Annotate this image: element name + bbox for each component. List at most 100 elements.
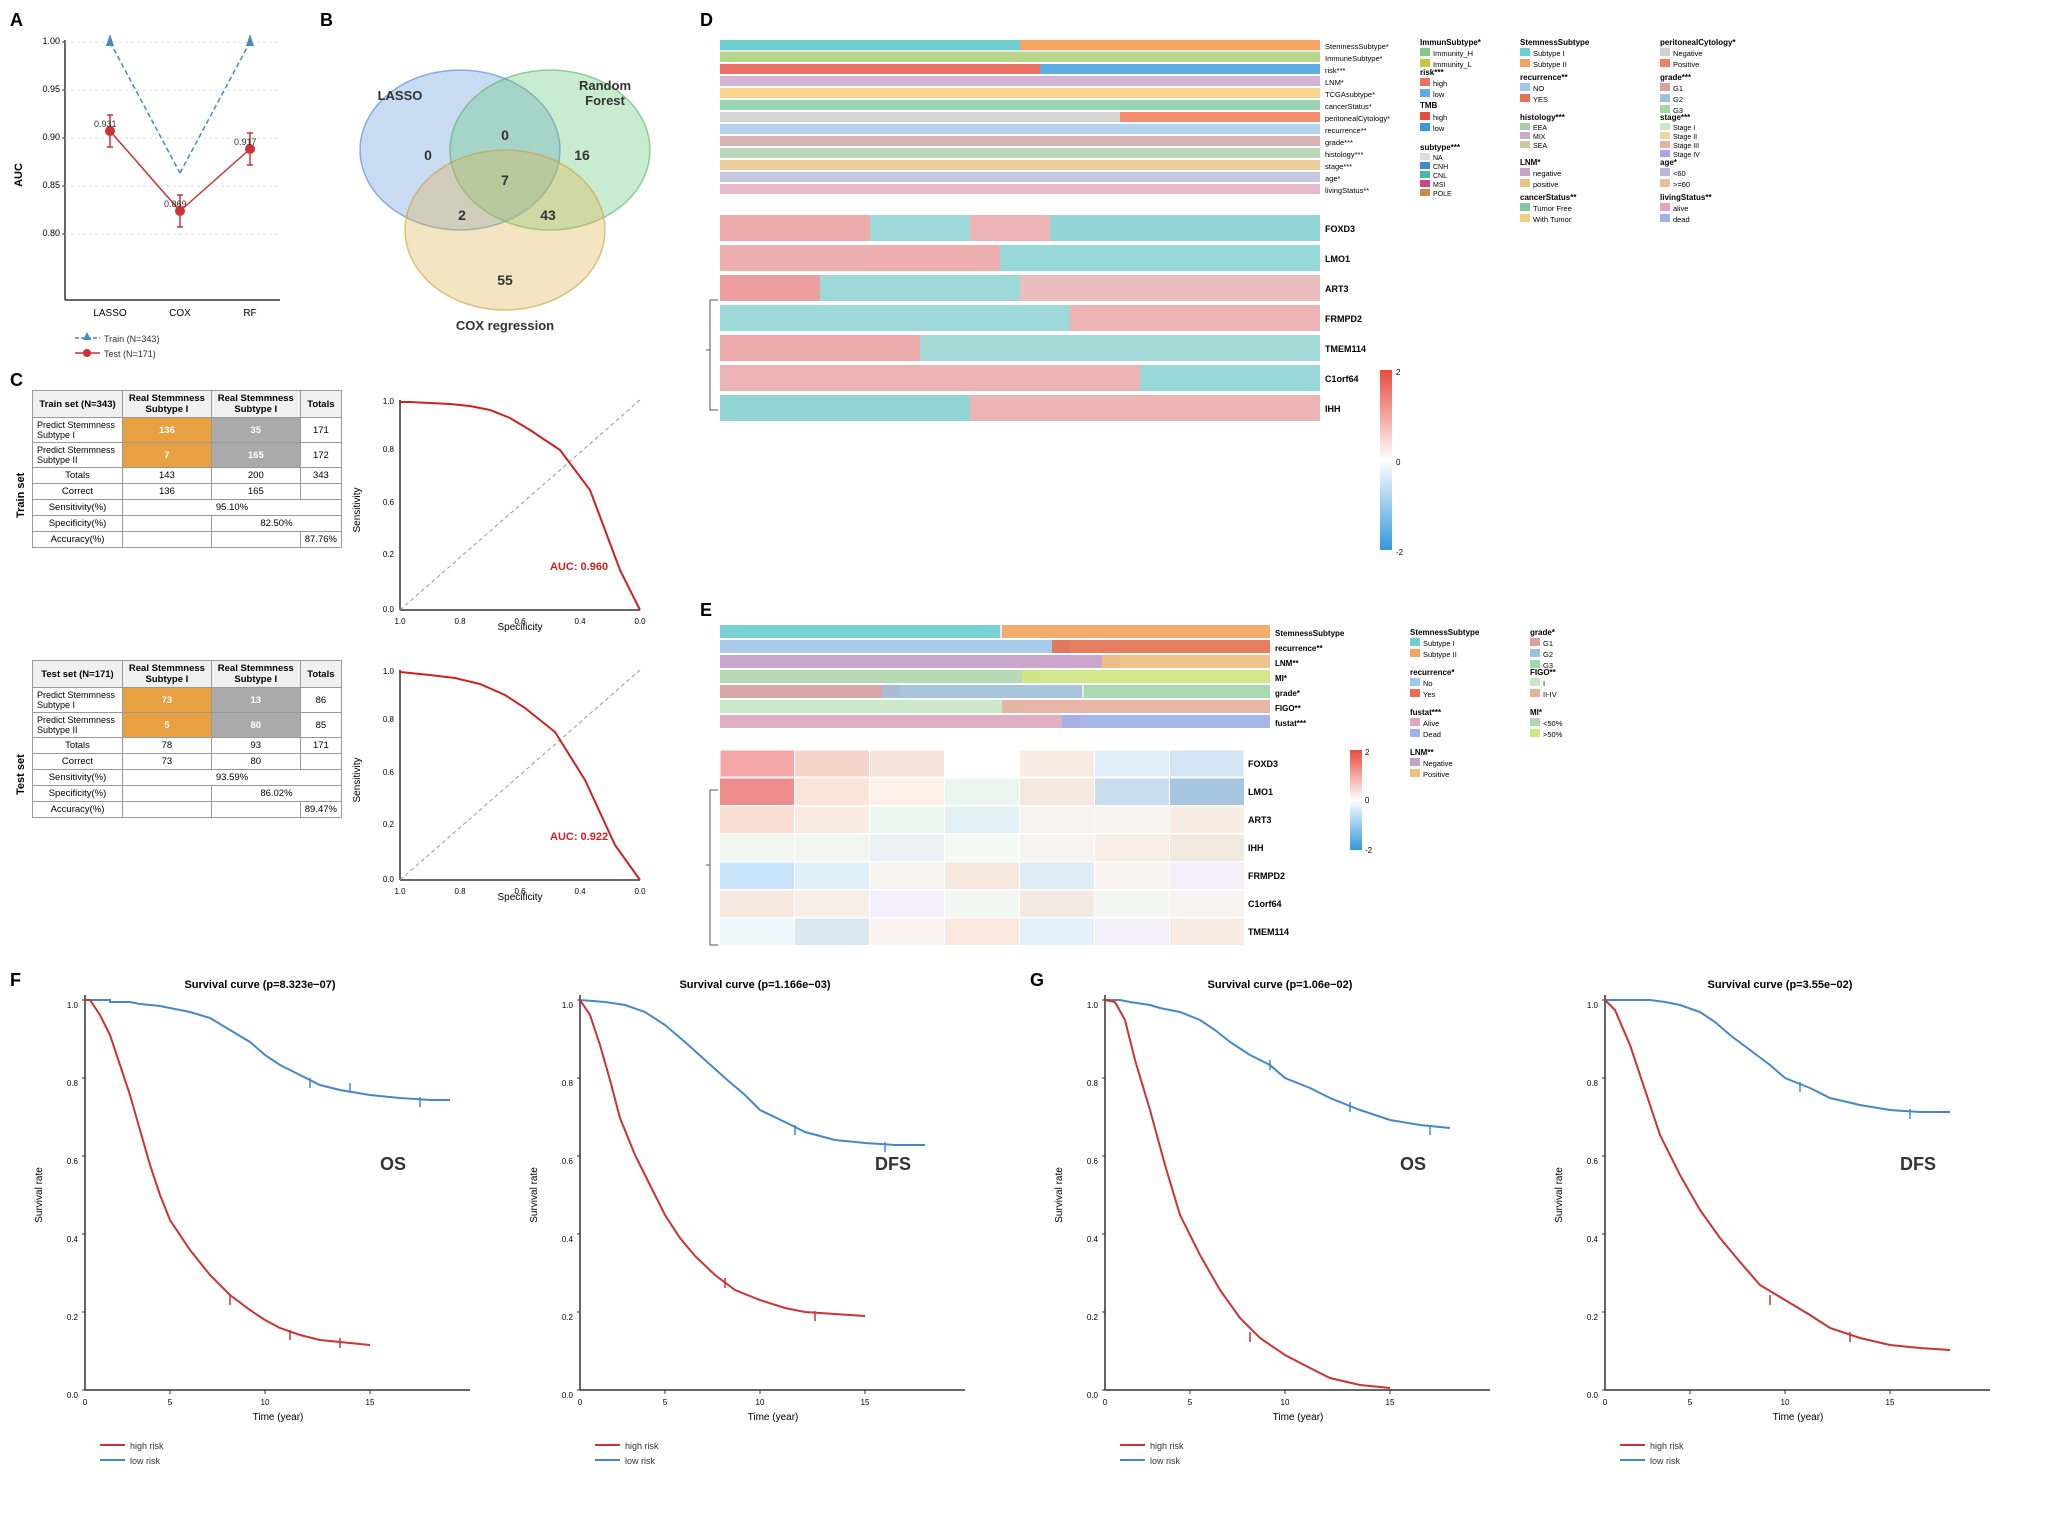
roc-train: Specificity Sensitivity 1.0 0.8 0.6 0.4 … xyxy=(350,390,660,650)
svg-text:peritonealCytology*: peritonealCytology* xyxy=(1660,38,1736,47)
svg-text:AUC: AUC xyxy=(13,163,25,187)
svg-text:high risk: high risk xyxy=(1650,1441,1684,1451)
svg-text:POLE: POLE xyxy=(1433,191,1452,198)
svg-text:II-IV: II-IV xyxy=(1543,690,1557,699)
svg-text:Test (N=171): Test (N=171) xyxy=(104,349,156,359)
panel-a: A 1.00 0.95 0.90 0.85 0.80 AUC LASSO COX… xyxy=(10,10,300,360)
svg-text:ImmuneSubtype*: ImmuneSubtype* xyxy=(1325,54,1383,63)
svg-text:Negative: Negative xyxy=(1673,49,1703,58)
svg-text:0.6: 0.6 xyxy=(514,887,526,896)
panel-a-chart: 1.00 0.95 0.90 0.85 0.80 AUC LASSO COX R… xyxy=(10,20,300,360)
panel-g-label: G xyxy=(1030,970,1044,991)
svg-text:grade***: grade*** xyxy=(1660,73,1692,82)
svg-text:With Tumor: With Tumor xyxy=(1533,215,1572,224)
svg-text:LNM*: LNM* xyxy=(1520,158,1541,167)
svg-text:StemnessSubtype: StemnessSubtype xyxy=(1410,628,1480,637)
svg-text:cancerStatus*: cancerStatus* xyxy=(1325,102,1372,111)
survival-chart-dfs-g: Survival curve (p=3.55e−02) Survival rat… xyxy=(1550,970,2040,1510)
svg-text:Train (N=343): Train (N=343) xyxy=(104,334,159,344)
svg-text:low: low xyxy=(1433,124,1445,133)
svg-text:2: 2 xyxy=(1396,368,1401,377)
svg-text:0.2: 0.2 xyxy=(383,820,395,829)
svg-text:Stage I: Stage I xyxy=(1673,125,1695,132)
svg-text:0.8: 0.8 xyxy=(454,617,466,626)
svg-text:AUC: 0.960: AUC: 0.960 xyxy=(550,561,608,573)
svg-text:Survival curve (p=1.06e−02): Survival curve (p=1.06e−02) xyxy=(1208,979,1353,991)
svg-text:0.8: 0.8 xyxy=(1587,1079,1599,1088)
svg-text:0.4: 0.4 xyxy=(1587,1235,1599,1244)
svg-text:Sensitivity: Sensitivity xyxy=(352,757,363,802)
svg-text:0.2: 0.2 xyxy=(1587,1313,1599,1322)
svg-text:alive: alive xyxy=(1673,204,1688,213)
svg-text:G1: G1 xyxy=(1673,84,1683,93)
svg-text:grade***: grade*** xyxy=(1325,138,1353,147)
svg-text:Immunity_H: Immunity_H xyxy=(1433,49,1473,58)
svg-text:Random: Random xyxy=(579,78,631,93)
panel-d-heatmap: 2 0 -2 StemnessSubtype* ImmuneSubtype* xyxy=(700,20,2040,595)
svg-text:Alive: Alive xyxy=(1423,719,1439,728)
svg-text:livingStatus**: livingStatus** xyxy=(1660,193,1712,202)
svg-text:Time (year): Time (year) xyxy=(748,1412,799,1423)
svg-text:0.8: 0.8 xyxy=(383,445,395,454)
svg-text:IHH: IHH xyxy=(1325,404,1341,414)
svg-text:Time (year): Time (year) xyxy=(1773,1412,1824,1423)
svg-text:5: 5 xyxy=(168,1398,173,1407)
svg-text:subtype***: subtype*** xyxy=(1420,143,1461,152)
svg-text:0.6: 0.6 xyxy=(67,1157,79,1166)
svg-text:0.0: 0.0 xyxy=(634,617,646,626)
svg-text:10: 10 xyxy=(1281,1398,1290,1407)
svg-text:0: 0 xyxy=(1396,458,1401,467)
svg-text:MI*: MI* xyxy=(1275,674,1288,683)
svg-text:DFS: DFS xyxy=(875,1154,911,1174)
dfs-g-svg: Survival curve (p=3.55e−02) Survival rat… xyxy=(1550,970,2010,1490)
svg-text:1.0: 1.0 xyxy=(1087,1001,1099,1010)
svg-text:5: 5 xyxy=(1688,1398,1693,1407)
svg-text:IHH: IHH xyxy=(1248,843,1264,853)
panel-f-label: F xyxy=(10,970,21,991)
svg-text:0.8: 0.8 xyxy=(383,715,395,724)
svg-text:0: 0 xyxy=(578,1398,583,1407)
svg-text:Stage IV: Stage IV xyxy=(1673,152,1700,159)
svg-text:grade*: grade* xyxy=(1275,689,1301,698)
svg-text:LMO1: LMO1 xyxy=(1248,787,1273,797)
svg-text:0.8: 0.8 xyxy=(562,1079,574,1088)
svg-text:ART3: ART3 xyxy=(1248,815,1272,825)
svg-text:0.0: 0.0 xyxy=(67,1391,79,1400)
svg-text:0.4: 0.4 xyxy=(67,1235,79,1244)
svg-text:Stage II: Stage II xyxy=(1673,134,1697,141)
svg-text:Tumor Free: Tumor Free xyxy=(1533,204,1572,213)
panel-d: D 2 0 -2 Stemn xyxy=(700,10,2040,590)
train-set-label: Train set xyxy=(15,430,28,560)
dfs-f-svg: Survival curve (p=1.166e−03) Survival ra… xyxy=(525,970,985,1490)
svg-text:0.4: 0.4 xyxy=(562,1235,574,1244)
panel-f: F Survival curve (p=8.323e−07) Survival … xyxy=(10,970,1010,1510)
svg-text:NA: NA xyxy=(1433,155,1443,162)
svg-text:0.2: 0.2 xyxy=(67,1313,79,1322)
svg-text:fustat***: fustat*** xyxy=(1410,708,1442,717)
svg-text:0.0: 0.0 xyxy=(383,875,395,884)
svg-text:1.0: 1.0 xyxy=(67,1001,79,1010)
svg-text:EEA: EEA xyxy=(1533,125,1547,132)
os-g-svg: Survival curve (p=1.06e−02) Survival rat… xyxy=(1050,970,1510,1490)
svg-text:Negative: Negative xyxy=(1423,759,1453,768)
svg-text:0.4: 0.4 xyxy=(574,887,586,896)
svg-text:high risk: high risk xyxy=(1150,1441,1184,1451)
svg-text:OS: OS xyxy=(380,1154,406,1174)
svg-text:0.917: 0.917 xyxy=(234,137,257,147)
svg-text:<50%: <50% xyxy=(1543,719,1563,728)
svg-text:peritonealCytology*: peritonealCytology* xyxy=(1325,114,1390,123)
svg-text:StemnessSubtype: StemnessSubtype xyxy=(1275,629,1345,638)
svg-text:15: 15 xyxy=(1886,1398,1895,1407)
svg-text:stage***: stage*** xyxy=(1325,162,1352,171)
svg-text:RF: RF xyxy=(243,308,256,319)
svg-text:2: 2 xyxy=(1365,748,1370,757)
svg-text:1.0: 1.0 xyxy=(562,1001,574,1010)
svg-text:0.6: 0.6 xyxy=(1087,1157,1099,1166)
svg-text:Positive: Positive xyxy=(1673,60,1699,69)
train-confusion-matrix: Train set (N=343) Real Stemmness Subtype… xyxy=(32,390,342,548)
svg-text:0.8: 0.8 xyxy=(67,1079,79,1088)
svg-text:stage***: stage*** xyxy=(1660,113,1691,122)
svg-text:Survival rate: Survival rate xyxy=(529,1167,540,1223)
svg-text:0.2: 0.2 xyxy=(383,550,395,559)
survival-chart-dfs-f: Survival curve (p=1.166e−03) Survival ra… xyxy=(525,970,1010,1510)
